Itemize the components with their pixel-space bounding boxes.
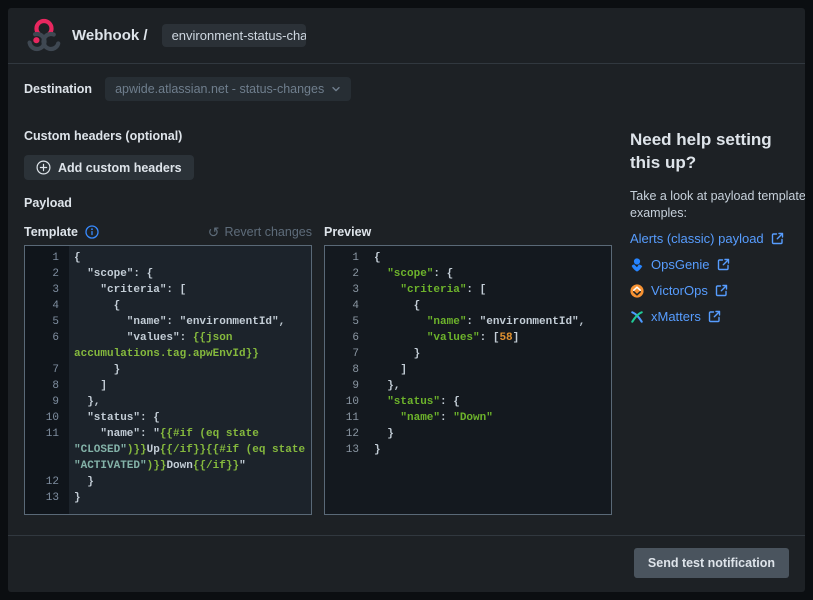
line-number: 3 [325, 282, 369, 298]
line-number: 7 [325, 346, 369, 362]
line-number: 5 [325, 314, 369, 330]
destination-value: apwide.atlassian.net - status-changes [115, 82, 324, 96]
code-line: 8 ] [25, 378, 311, 394]
line-number: 12 [25, 474, 69, 490]
preview-label: Preview [324, 225, 371, 239]
undo-icon: ↺ [208, 225, 220, 239]
code-line: 1{ [325, 250, 611, 266]
preview-editor: 1{2 "scope": {3 "criteria": [4 {5 "name"… [324, 245, 612, 515]
code-line: 9 }, [325, 378, 611, 394]
external-link-icon [708, 310, 721, 323]
footer: Send test notification [8, 536, 805, 592]
help-section: Need help setting this up? Take a look a… [612, 64, 805, 515]
page-title: Webhook / [72, 27, 148, 44]
external-link-icon [771, 232, 784, 245]
line-number: 12 [325, 426, 369, 442]
line-number: 5 [25, 314, 69, 330]
code-line: 10 "status": { [325, 394, 611, 410]
code-line: 12 } [325, 426, 611, 442]
code-line: 3 "criteria": [ [25, 282, 311, 298]
code-line: 7 } [325, 346, 611, 362]
code-line: 8 ] [325, 362, 611, 378]
send-test-notification-button[interactable]: Send test notification [634, 548, 789, 578]
line-number: 8 [25, 378, 69, 394]
line-number: 11 [25, 426, 69, 442]
code-line: 2 "scope": { [325, 266, 611, 282]
line-number: 2 [25, 266, 69, 282]
line-number [25, 346, 69, 362]
xmatters-icon [630, 310, 644, 324]
line-number: 9 [25, 394, 69, 410]
help-subtitle: Take a look at payload template examples… [630, 188, 805, 222]
line-number: 13 [325, 442, 369, 458]
webhook-name-input[interactable]: environment-status-cha [162, 24, 306, 47]
destination-label: Destination [24, 82, 92, 96]
code-line: 11 "name": "Down" [325, 410, 611, 426]
code-line: 13} [25, 490, 311, 506]
code-line: "ACTIVATED")}}Down{{/if}}" [25, 458, 311, 474]
code-line: 4 { [25, 298, 311, 314]
plus-circle-icon [36, 160, 51, 175]
line-number: 4 [25, 298, 69, 314]
help-link-xmatters[interactable]: xMatters [630, 309, 805, 324]
revert-changes-button[interactable]: ↺ Revert changes [208, 225, 312, 239]
help-title: Need help setting this up? [630, 128, 805, 174]
code-line: 5 "name": "environmentId", [325, 314, 611, 330]
line-number: 1 [25, 250, 69, 266]
line-number: 10 [325, 394, 369, 410]
line-number: 6 [325, 330, 369, 346]
custom-headers-label: Custom headers (optional) [24, 129, 612, 143]
line-number: 2 [325, 266, 369, 282]
code-line: 2 "scope": { [25, 266, 311, 282]
content: Destination apwide.atlassian.net - statu… [8, 64, 805, 515]
code-line: "CLOSED")}}Up{{/if}}{{#if (eq state [25, 442, 311, 458]
line-number: 8 [325, 362, 369, 378]
line-number: 13 [25, 490, 69, 506]
line-number: 4 [325, 298, 369, 314]
line-number: 7 [25, 362, 69, 378]
line-number: 11 [325, 410, 369, 426]
code-line: 5 "name": "environmentId", [25, 314, 311, 330]
external-link-icon [715, 284, 728, 297]
chevron-down-icon [331, 84, 341, 94]
code-line: 4 { [325, 298, 611, 314]
destination-select[interactable]: apwide.atlassian.net - status-changes [105, 77, 351, 101]
code-line: 7 } [25, 362, 311, 378]
code-line: 12 } [25, 474, 311, 490]
victorops-icon [630, 284, 644, 298]
header: Webhook / environment-status-cha [8, 8, 805, 63]
template-label: Template [24, 225, 78, 239]
code-line: 9 }, [25, 394, 311, 410]
code-line: 1{ [25, 250, 311, 266]
code-line: 6 "values": [58] [325, 330, 611, 346]
line-number: 3 [25, 282, 69, 298]
opsgenie-icon [630, 258, 644, 272]
help-link-alerts-classic-payload[interactable]: Alerts (classic) payload [630, 231, 805, 246]
code-line: 10 "status": { [25, 410, 311, 426]
line-number: 9 [325, 378, 369, 394]
line-number: 6 [25, 330, 69, 346]
template-editor[interactable]: 1{2 "scope": {3 "criteria": [4 {5 "name"… [24, 245, 312, 515]
code-line: 6 "values": {{json [25, 330, 311, 346]
line-number: 1 [325, 250, 369, 266]
info-icon[interactable] [85, 225, 99, 239]
code-line: 13} [325, 442, 611, 458]
webhook-config-panel: Webhook / environment-status-cha Destina… [8, 8, 805, 592]
code-line: 3 "criteria": [ [325, 282, 611, 298]
code-line: accumulations.tag.apwEnvId}} [25, 346, 311, 362]
add-custom-headers-button[interactable]: Add custom headers [24, 155, 194, 180]
line-number [25, 442, 69, 458]
payload-label: Payload [24, 196, 612, 210]
code-line: 11 "name": "{{#if (eq state [25, 426, 311, 442]
help-link-opsgenie[interactable]: OpsGenie [630, 257, 805, 272]
line-number [25, 458, 69, 474]
line-number: 10 [25, 410, 69, 426]
webhook-logo [24, 16, 64, 56]
external-link-icon [717, 258, 730, 271]
help-link-victorops[interactable]: VictorOps [630, 283, 805, 298]
